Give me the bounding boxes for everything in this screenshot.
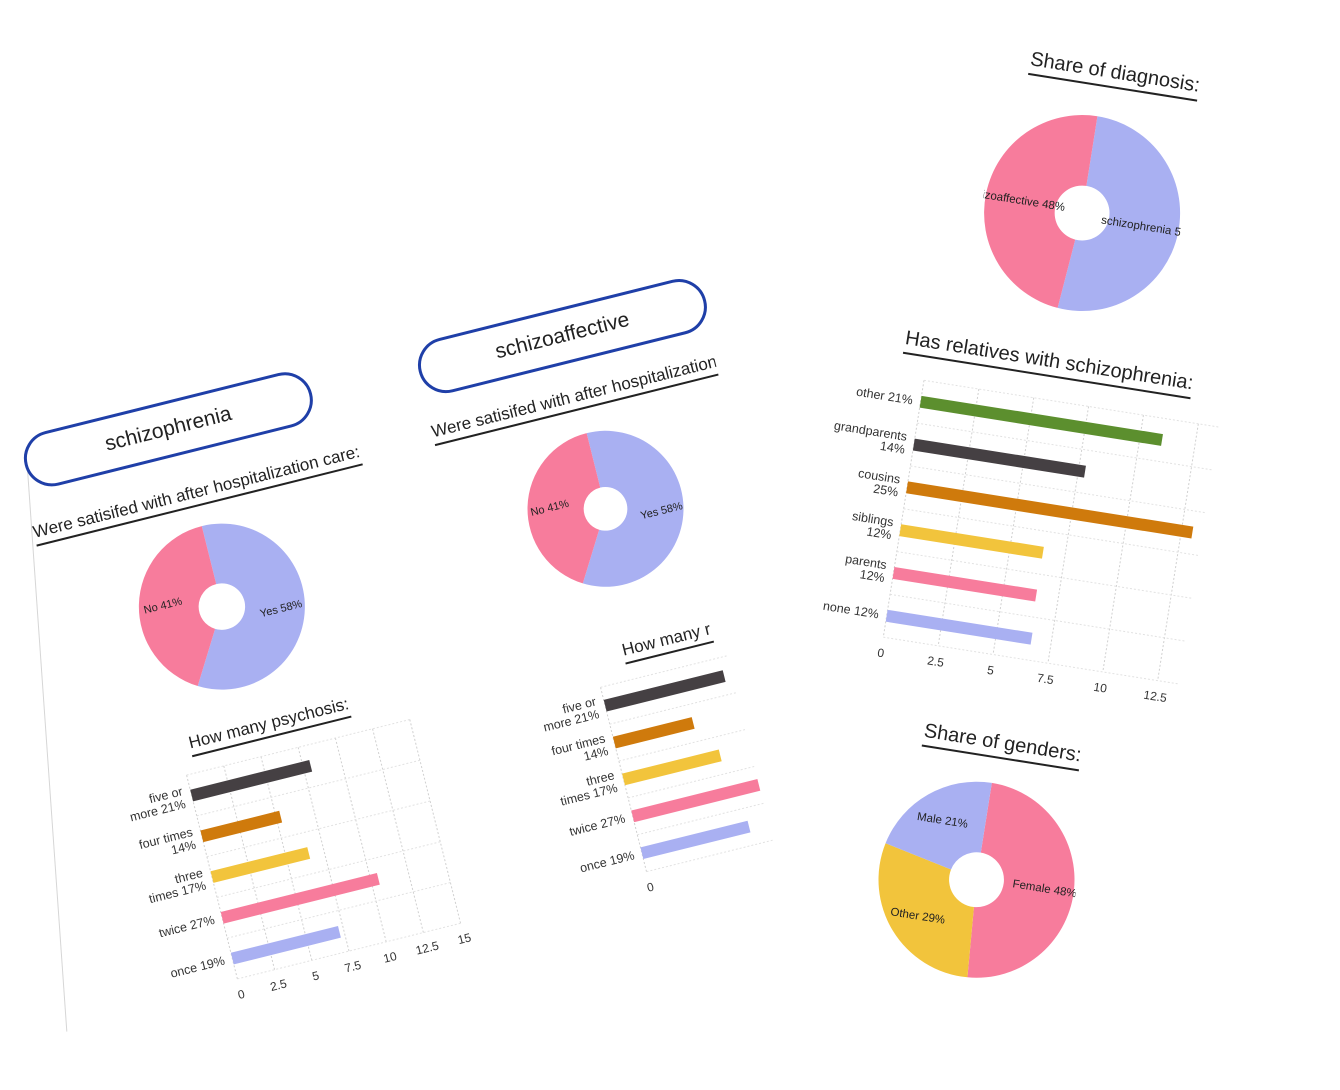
x-tick-label: 5 <box>311 968 321 983</box>
x-tick-label: 2.5 <box>926 653 945 669</box>
category-label: none 12% <box>822 599 880 622</box>
grid-line <box>409 719 462 924</box>
x-tick-label: 10 <box>382 949 399 966</box>
bar <box>892 567 1038 602</box>
category-label: 12% <box>859 567 886 585</box>
category-label: 25% <box>872 482 899 500</box>
category-label: grandparents <box>833 418 908 443</box>
x-tick-label: 10 <box>1093 680 1109 696</box>
bar <box>912 438 1086 478</box>
bar <box>612 717 695 749</box>
bar <box>919 395 1163 446</box>
bar <box>190 760 313 802</box>
grid-line <box>1047 406 1090 664</box>
x-tick-label: 15 <box>456 930 473 947</box>
category-label: once 19% <box>169 954 226 981</box>
grid-line <box>992 397 1035 655</box>
pie-slice <box>878 843 974 978</box>
panel-overview: Share of diagnosis: schizophrenia 51% sch… <box>714 13 1295 1068</box>
satisfied-pie-chart: Yes 58%No 41% <box>527 430 684 587</box>
bar <box>603 670 726 712</box>
x-tick-label: 12.5 <box>414 938 440 957</box>
psychosis-bar-chart: 02.557.510 12.5 15five ormore 21%four time… <box>128 719 473 1002</box>
x-tick-label: 7.5 <box>343 958 363 976</box>
bar <box>622 749 722 786</box>
category-label: once 19% <box>578 848 635 875</box>
panel-schizophrenia: schizophrenia Were satisifed with after … <box>0 346 492 1054</box>
x-tick-label: 0 <box>645 880 655 895</box>
grid-line <box>937 388 980 646</box>
grid-line <box>372 728 424 933</box>
x-tick-label: 12.5 <box>1143 688 1169 706</box>
x-tick-label: 0 <box>236 987 246 1002</box>
bar <box>230 926 341 965</box>
bar <box>640 820 751 860</box>
category-label: twice 27% <box>568 811 627 838</box>
x-tick-label: 0 <box>876 646 885 661</box>
x-tick-label: 7.5 <box>1036 671 1055 687</box>
pill-label: schizophrenia <box>102 401 234 456</box>
genders-chart-title: Share of genders: <box>921 719 1083 772</box>
grid-line <box>1102 415 1144 672</box>
grid-line <box>334 737 387 942</box>
pill-label: schizoaffective <box>492 307 632 364</box>
category-label: 12% <box>866 524 893 542</box>
x-tick-label: 2.5 <box>269 976 289 994</box>
category-label: 14% <box>879 439 906 457</box>
diagnosis-pie-chart: schizophrenia 51%schizoaffective 48% <box>968 115 1197 312</box>
x-tick-label: 5 <box>986 663 995 678</box>
bar <box>885 609 1033 645</box>
relatives-bar-chart: 02.557.510 12.5other 21%grandparents14%co… <box>822 379 1221 706</box>
category-label: other 21% <box>855 385 913 408</box>
bar <box>906 481 1194 539</box>
category-label: twice 27% <box>157 913 216 940</box>
diagnosis-chart-title: Share of diagnosis: <box>1028 48 1202 102</box>
bar <box>899 524 1044 559</box>
satisfied-pie-chart: Yes 58%No 41% <box>138 523 305 690</box>
genders-pie-chart: Female 48%Other 29%Male 21% <box>878 781 1077 978</box>
